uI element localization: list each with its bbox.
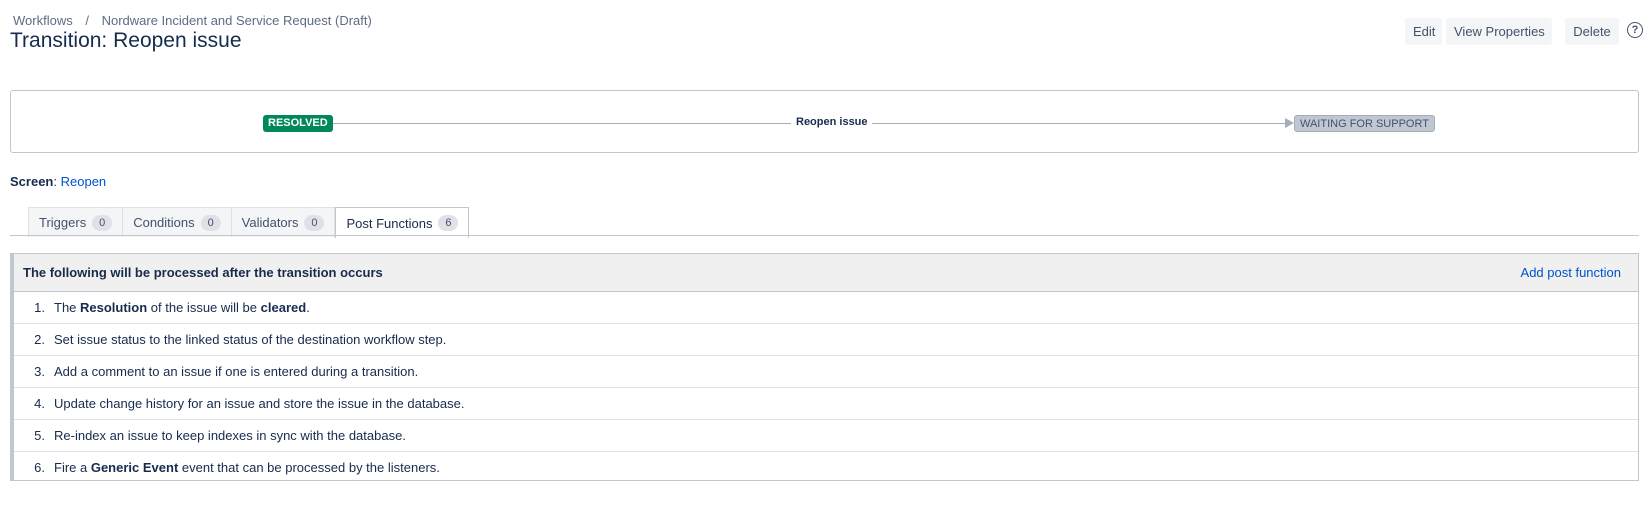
post-function-item: 5. Re-index an issue to keep indexes in … [14,420,1638,452]
count-badge: 0 [304,214,325,231]
screen-label: Screen [10,174,54,189]
count-badge: 0 [200,214,221,231]
arrow-head-icon [1285,118,1294,128]
tab-label: Validators [241,215,299,230]
delete-button[interactable]: Delete [1565,18,1619,45]
add-post-function-link[interactable]: Add post function [1521,265,1621,280]
post-function-item: 4. Update change history for an issue an… [14,388,1638,420]
breadcrumb-workflow-link[interactable]: Nordware Incident and Service Request (D… [102,13,372,28]
item-number: 5. [34,428,45,443]
item-number: 6. [34,460,45,475]
tab-divider [10,235,1639,236]
count-badge: 6 [438,215,459,231]
panel-header: The following will be processed after th… [14,254,1638,292]
post-functions-panel: The following will be processed after th… [10,253,1639,481]
transition-diagram: RESOLVED Reopen issue WAITING FOR SUPPOR… [10,90,1639,153]
page-title: Transition: Reopen issue [10,29,242,52]
item-text: Re-index an issue to keep indexes in syn… [54,428,406,443]
tab-conditions[interactable]: Conditions 0 [123,207,232,237]
help-icon[interactable]: ? [1627,22,1643,38]
item-text: The Resolution of the issue will be clea… [54,300,310,315]
count-badge: 0 [92,214,113,231]
from-status-lozenge: RESOLVED [263,115,333,132]
transition-tabs: Triggers 0 Conditions 0 Validators 0 Pos… [28,207,470,238]
item-number: 1. [34,300,45,315]
tab-validators[interactable]: Validators 0 [231,207,336,237]
item-number: 4. [34,396,45,411]
screen-colon: : [53,174,61,189]
transition-name-label: Reopen issue [792,116,872,128]
post-function-item: 1. The Resolution of the issue will be c… [14,292,1638,324]
breadcrumb-separator: / [85,13,89,28]
breadcrumb-workflows-link[interactable]: Workflows [13,13,73,28]
tab-post-functions[interactable]: Post Functions 6 [335,207,470,238]
transition-line-left [316,123,791,124]
view-properties-button[interactable]: View Properties [1446,18,1552,45]
item-text: Update change history for an issue and s… [54,396,465,411]
item-text: Set issue status to the linked status of… [54,332,447,347]
edit-button[interactable]: Edit [1405,18,1442,45]
panel-heading: The following will be processed after th… [23,265,383,280]
item-text: Fire a Generic Event event that can be p… [54,460,440,475]
tab-label: Conditions [133,215,195,230]
item-text: Add a comment to an issue if one is ente… [54,364,419,379]
post-function-item: 6. Fire a Generic Event event that can b… [14,452,1638,480]
item-number: 3. [34,364,45,379]
transition-line-right [869,123,1287,124]
tab-label: Post Functions [346,215,433,231]
to-status-lozenge: WAITING FOR SUPPORT [1294,115,1435,132]
breadcrumb: Workflows / Nordware Incident and Servic… [13,13,372,28]
screen-info: Screen: Reopen [10,174,106,189]
tab-label: Triggers [39,215,87,230]
post-function-item: 2. Set issue status to the linked status… [14,324,1638,356]
screen-link[interactable]: Reopen [61,174,107,189]
item-number: 2. [34,332,45,347]
post-function-item: 3. Add a comment to an issue if one is e… [14,356,1638,388]
tab-triggers[interactable]: Triggers 0 [28,207,124,237]
